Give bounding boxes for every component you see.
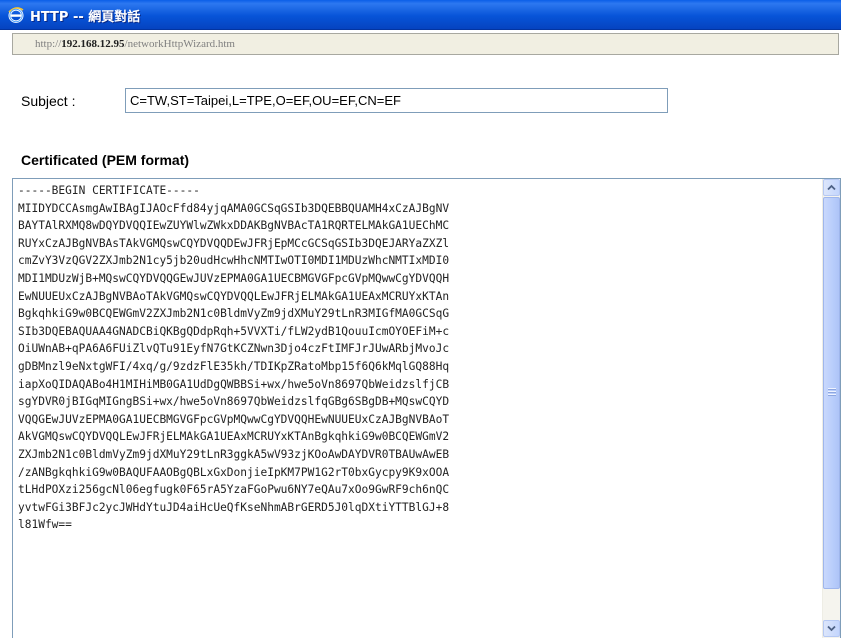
certificate-label: Certificated (PEM format) bbox=[21, 152, 190, 168]
scroll-thumb[interactable] bbox=[823, 197, 840, 589]
scroll-up-button[interactable] bbox=[823, 179, 840, 196]
title-bar: HTTP -- 網頁對話 bbox=[0, 0, 841, 30]
url-text: http://192.168.12.95/networkHttpWizard.h… bbox=[35, 38, 235, 50]
ie-icon bbox=[7, 6, 25, 24]
url-prefix: http:// bbox=[35, 38, 62, 50]
arrow-up-icon bbox=[827, 184, 836, 191]
certificate-textarea[interactable]: -----BEGIN CERTIFICATE----- MIIDYDCCAsmg… bbox=[12, 178, 841, 638]
address-bar: http://192.168.12.95/networkHttpWizard.h… bbox=[12, 33, 839, 55]
grip-icon bbox=[828, 388, 836, 396]
window-title: HTTP -- 網頁對話 bbox=[30, 10, 141, 25]
certificate-text[interactable]: -----BEGIN CERTIFICATE----- MIIDYDCCAsmg… bbox=[18, 182, 818, 534]
url-host: 192.168.12.95 bbox=[61, 38, 125, 50]
url-path: /networkHttpWizard.htm bbox=[124, 38, 235, 50]
vertical-scrollbar[interactable] bbox=[822, 179, 840, 638]
arrow-down-icon bbox=[827, 625, 836, 632]
subject-label: Subject : bbox=[21, 93, 76, 109]
scroll-down-button[interactable] bbox=[823, 620, 840, 637]
subject-input[interactable] bbox=[125, 88, 668, 113]
